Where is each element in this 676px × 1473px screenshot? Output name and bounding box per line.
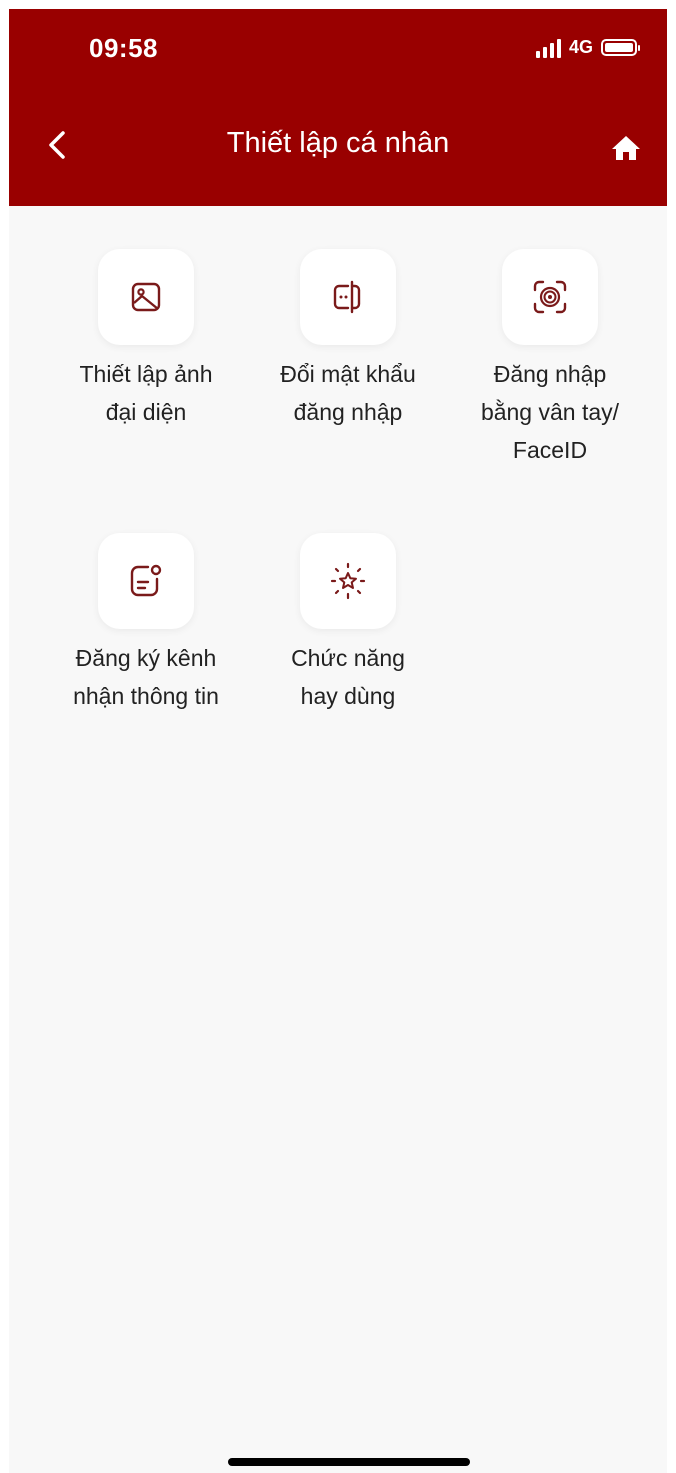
home-button[interactable] xyxy=(609,131,643,165)
password-icon xyxy=(333,280,361,314)
home-indicator[interactable] xyxy=(228,1458,470,1466)
image-icon xyxy=(131,282,161,312)
menu-item-icon-box xyxy=(502,249,598,345)
menu-item-avatar[interactable]: Thiết lập ảnh đại diện xyxy=(46,249,246,431)
app-header: 09:58 4G Thiết lập cá nhân xyxy=(9,9,667,206)
menu-item-biometric-login[interactable]: Đăng nhập bằng vân tay/ FaceID xyxy=(450,249,650,469)
menu-item-favorite-functions[interactable]: Chức năng hay dùng xyxy=(248,533,448,715)
favorite-star-icon xyxy=(330,562,366,600)
menu-item-label: Đăng nhập bằng vân tay/ FaceID xyxy=(480,361,620,463)
menu-item-label: Đăng ký kênh nhận thông tin xyxy=(73,645,219,709)
menu-item-notification-channel[interactable]: Đăng ký kênh nhận thông tin xyxy=(46,533,246,715)
signal-bars-icon xyxy=(535,38,561,58)
menu-item-icon-box xyxy=(300,249,396,345)
page-title: Thiết lập cá nhân xyxy=(226,127,450,159)
menu-item-icon-box xyxy=(98,249,194,345)
face-id-icon xyxy=(533,280,567,314)
status-indicators: 4G xyxy=(535,37,640,58)
home-icon xyxy=(612,136,640,160)
status-time: 09:58 xyxy=(89,33,158,63)
battery-icon xyxy=(601,39,640,56)
menu-item-icon-box xyxy=(300,533,396,629)
menu-item-label: Đổi mật khẩu đăng nhập xyxy=(280,361,416,425)
menu-item-label: Chức năng hay dùng xyxy=(291,645,405,709)
screen: 09:58 4G Thiết lập cá nhân Thiết lập ảnh… xyxy=(9,9,667,1473)
menu-item-icon-box xyxy=(98,533,194,629)
network-type: 4G xyxy=(568,37,593,57)
menu-item-change-password[interactable]: Đổi mật khẩu đăng nhập xyxy=(248,249,448,431)
notification-channel-icon xyxy=(130,564,162,597)
menu-item-label: Thiết lập ảnh đại diện xyxy=(79,361,213,425)
